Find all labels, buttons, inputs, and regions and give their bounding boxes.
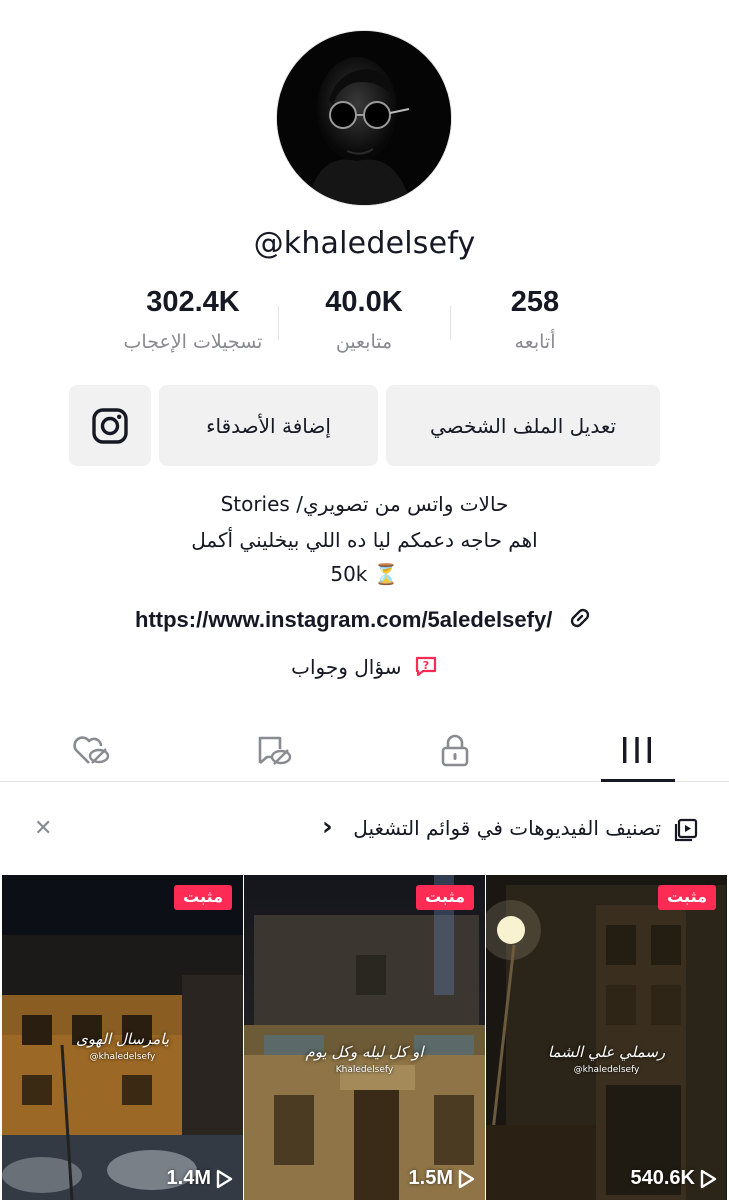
qa-label: سؤال وجواب — [291, 655, 402, 679]
liked-hidden-icon — [73, 736, 110, 764]
grid-lines-icon — [623, 737, 651, 763]
play-icon — [458, 1169, 475, 1188]
stat-likes-value: 302.4K — [146, 286, 240, 318]
video-thumbnail — [244, 875, 485, 1200]
playlist-banner[interactable]: تصنيف الفيديوهات في قوائم التشغيل › ✕ — [0, 800, 729, 858]
stat-likes-label: تسجيلات الإعجاب — [123, 331, 263, 353]
tab-reposts[interactable] — [182, 718, 364, 782]
view-count: 1.5M — [409, 1167, 475, 1190]
qa-icon: ? — [415, 656, 436, 677]
pinned-badge: مثبت — [416, 885, 474, 910]
video-caption: يامرسال الهوى — [75, 1030, 169, 1048]
pinned-badge: مثبت — [658, 885, 716, 910]
playlist-banner-text: تصنيف الفيديوهات في قوائم التشغيل — [353, 816, 661, 840]
stat-divider — [278, 306, 279, 340]
stat-divider — [450, 306, 451, 340]
profile-avatar[interactable] — [276, 30, 452, 206]
bio-line-2: اهم حاجه دعمكم ليا ده اللي بيخليني أكمل — [191, 528, 538, 552]
pinned-badge: مثبت — [174, 885, 232, 910]
stat-following-value: 258 — [510, 286, 560, 318]
video-grid: رسملي علي الشما @khaledelsefy مثبت 540.6… — [0, 875, 729, 1200]
video-tile[interactable]: او كل ليله وكل يوم Khaledelsefy مثبت 1.5… — [244, 875, 485, 1200]
bio-link[interactable]: https://www.instagram.com/5aledelsefy/ — [0, 604, 729, 633]
video-caption: رسملي علي الشما — [547, 1043, 666, 1061]
profile-tabbar — [0, 718, 729, 782]
link-icon — [570, 608, 590, 628]
stat-followers-value: 40.0K — [325, 286, 403, 318]
close-icon[interactable]: ✕ — [34, 816, 52, 841]
bio-line-3: 50k ⏳ — [330, 562, 399, 586]
video-caption-handle: Khaledelsefy — [335, 1065, 394, 1075]
repost-hidden-icon — [258, 736, 292, 765]
playlist-icon — [674, 818, 698, 842]
view-count-value: 1.5M — [408, 1167, 453, 1189]
svg-text:?: ? — [423, 659, 429, 672]
stat-followers-label: متابعين — [335, 331, 393, 353]
video-caption: او كل ليله وكل يوم — [305, 1043, 424, 1061]
stat-followers[interactable]: 40.0K متابعين — [264, 286, 464, 353]
view-count-value: 540.6K — [630, 1167, 696, 1189]
edit-profile-button[interactable]: تعديل الملف الشخصي — [386, 385, 660, 466]
qa-link[interactable]: سؤال وجواب ? — [0, 654, 729, 679]
tab-videos[interactable] — [546, 718, 728, 782]
instagram-icon — [92, 407, 128, 444]
edit-profile-label: تعديل الملف الشخصي — [429, 413, 617, 438]
active-tab-indicator — [601, 779, 675, 782]
video-caption-handle: @khaledelsefy — [89, 1052, 156, 1062]
profile-username: @khaledelsefy — [253, 226, 476, 261]
profile-stats: 302.4K تسجيلات الإعجاب 40.0K متابعين 258… — [0, 286, 729, 366]
tab-private[interactable] — [364, 718, 546, 782]
chevron-right-icon: › — [322, 812, 333, 842]
add-friends-button[interactable]: إضافة الأصدقاء — [159, 385, 378, 466]
play-icon — [700, 1169, 717, 1188]
bio-line-1: حالات واتس من تصويري/ Stories — [220, 492, 509, 516]
stat-likes[interactable]: 302.4K تسجيلات الإعجاب — [93, 286, 293, 353]
view-count: 1.4M — [167, 1167, 233, 1190]
stat-following-label: أتابعه — [514, 331, 556, 353]
video-caption-handle: @khaledelsefy — [573, 1065, 640, 1075]
instagram-button[interactable] — [69, 385, 151, 466]
play-icon — [216, 1169, 233, 1188]
video-tile[interactable]: رسملي علي الشما @khaledelsefy مثبت 540.6… — [486, 875, 727, 1200]
view-count: 540.6K — [631, 1167, 718, 1190]
tab-liked[interactable] — [0, 718, 182, 782]
view-count-value: 1.4M — [166, 1167, 211, 1189]
lock-icon — [441, 734, 469, 767]
add-friends-label: إضافة الأصدقاء — [206, 413, 331, 438]
video-tile[interactable]: يامرسال الهوى @khaledelsefy مثبت 1.4M — [2, 875, 243, 1200]
bio-link-text: https://www.instagram.com/5aledelsefy/ — [135, 607, 553, 632]
video-thumbnail — [486, 875, 727, 1200]
stat-following[interactable]: 258 أتابعه — [435, 286, 635, 353]
